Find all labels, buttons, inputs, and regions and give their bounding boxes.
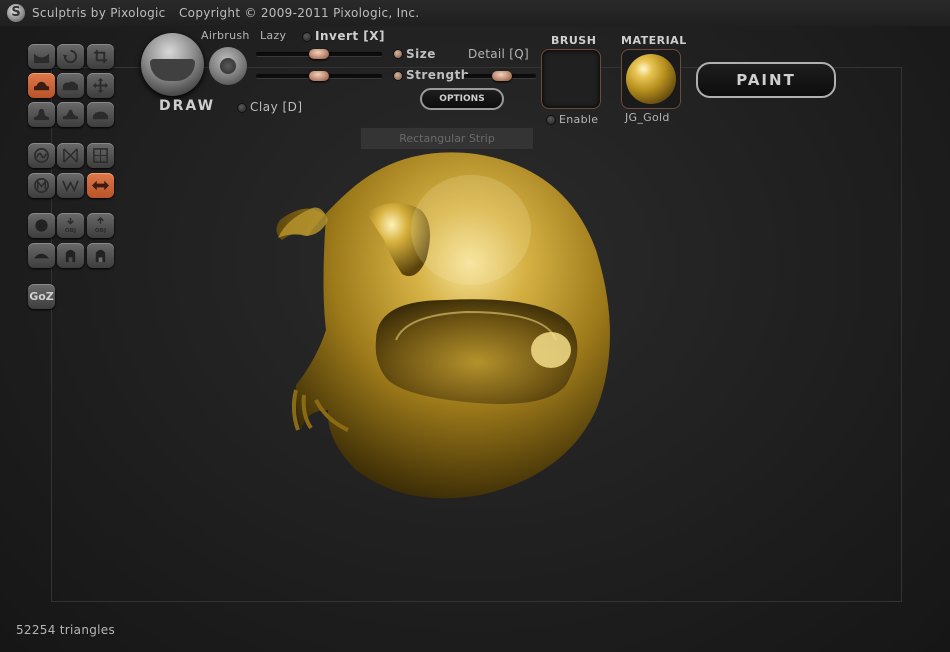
symmetry-button[interactable] <box>87 143 114 168</box>
material-sphere-icon <box>626 54 676 104</box>
brush-enable-label: Enable <box>559 113 599 126</box>
open-button[interactable] <box>57 243 84 268</box>
lazy-label: Lazy <box>260 29 287 42</box>
draw-tool-button[interactable] <box>28 73 55 98</box>
export-obj-button[interactable]: OBJ <box>87 213 114 238</box>
paint-button[interactable]: PAINT <box>696 62 836 98</box>
new-plane-button[interactable] <box>28 243 55 268</box>
subdivide-icon <box>62 180 79 193</box>
open-icon <box>65 249 76 263</box>
clay-radio[interactable] <box>237 103 247 113</box>
mirror-icon <box>92 180 109 191</box>
export-obj-icon: OBJ <box>95 217 106 234</box>
title-bar: S Sculptris by Pixologic Copyright © 200… <box>0 0 950 26</box>
flatten-tool-button[interactable] <box>57 73 84 98</box>
size-label: Size <box>406 47 436 61</box>
smooth-tool-button[interactable] <box>87 102 114 127</box>
new-sphere-icon <box>35 219 48 232</box>
strength-slider-knob[interactable] <box>309 71 329 81</box>
app-title: Sculptris by Pixologic <box>32 6 166 20</box>
size-slider-knob[interactable] <box>309 49 329 59</box>
clay-label: Clay [D] <box>250 100 303 114</box>
pinch-icon <box>33 108 50 121</box>
mask-icon <box>34 178 49 193</box>
grab-icon <box>92 77 109 94</box>
svg-text:OBJ: OBJ <box>65 228 76 234</box>
brush-preview-sphere[interactable] <box>141 33 204 96</box>
draw-icon <box>33 81 50 91</box>
wireframe-icon <box>63 148 78 163</box>
crease-tool-button[interactable] <box>28 44 55 69</box>
goz-button[interactable]: GoZ <box>28 284 55 309</box>
wireframe-button[interactable] <box>57 143 84 168</box>
brush-heading: BRUSH <box>551 34 597 47</box>
import-obj-icon: OBJ <box>65 217 76 234</box>
brush-enable-radio[interactable] <box>546 115 556 125</box>
rotate-tool-button[interactable] <box>57 44 84 69</box>
symmetry-icon <box>93 148 108 163</box>
reduce-brush-button[interactable] <box>28 143 55 168</box>
save-button[interactable] <box>87 243 114 268</box>
new-plane-icon <box>33 253 50 259</box>
flatten-icon <box>62 81 79 91</box>
scale-tool-button[interactable] <box>87 44 114 69</box>
gold-sculpt-model[interactable] <box>266 140 636 510</box>
inflate-tool-button[interactable] <box>57 102 84 127</box>
material-heading: MATERIAL <box>621 34 687 47</box>
copyright-text: Copyright © 2009-2011 Pixologic, Inc. <box>179 6 420 20</box>
airbrush-label: Airbrush <box>201 29 250 42</box>
smooth-icon <box>92 111 109 120</box>
triangle-count: 52254 triangles <box>16 623 116 637</box>
invert-label: Invert [X] <box>315 29 386 43</box>
material-slot[interactable] <box>621 49 681 109</box>
strength-label: Strength <box>406 68 470 82</box>
strength-radio[interactable] <box>393 71 403 81</box>
invert-radio[interactable] <box>302 32 312 42</box>
grab-tool-button[interactable] <box>87 73 114 98</box>
rotate-icon <box>62 49 78 64</box>
size-radio[interactable] <box>393 49 403 59</box>
mask-button[interactable] <box>28 173 55 198</box>
new-sphere-button[interactable] <box>28 213 55 238</box>
crease-icon <box>33 53 50 64</box>
pinch-tool-button[interactable] <box>28 102 55 127</box>
inflate-icon <box>62 109 79 120</box>
options-button[interactable]: OPTIONS <box>420 88 504 110</box>
brush-texture-slot[interactable] <box>541 49 601 109</box>
reduce-brush-icon <box>34 148 49 163</box>
airbrush-lazy-toggle[interactable] <box>209 47 247 85</box>
import-obj-button[interactable]: OBJ <box>57 213 84 238</box>
save-icon <box>95 249 106 263</box>
detail-slider-knob[interactable] <box>492 71 512 81</box>
brush-name: DRAW <box>159 98 216 114</box>
svg-text:OBJ: OBJ <box>95 228 106 234</box>
mirror-button[interactable] <box>87 173 114 198</box>
scale-icon <box>93 49 108 64</box>
sculptris-window: S Sculptris by Pixologic Copyright © 200… <box>0 0 950 652</box>
sculptris-logo-icon: S <box>7 4 25 22</box>
subdivide-button[interactable] <box>57 173 84 198</box>
detail-label: Detail [Q] <box>468 47 529 61</box>
material-name: JG_Gold <box>625 111 670 124</box>
